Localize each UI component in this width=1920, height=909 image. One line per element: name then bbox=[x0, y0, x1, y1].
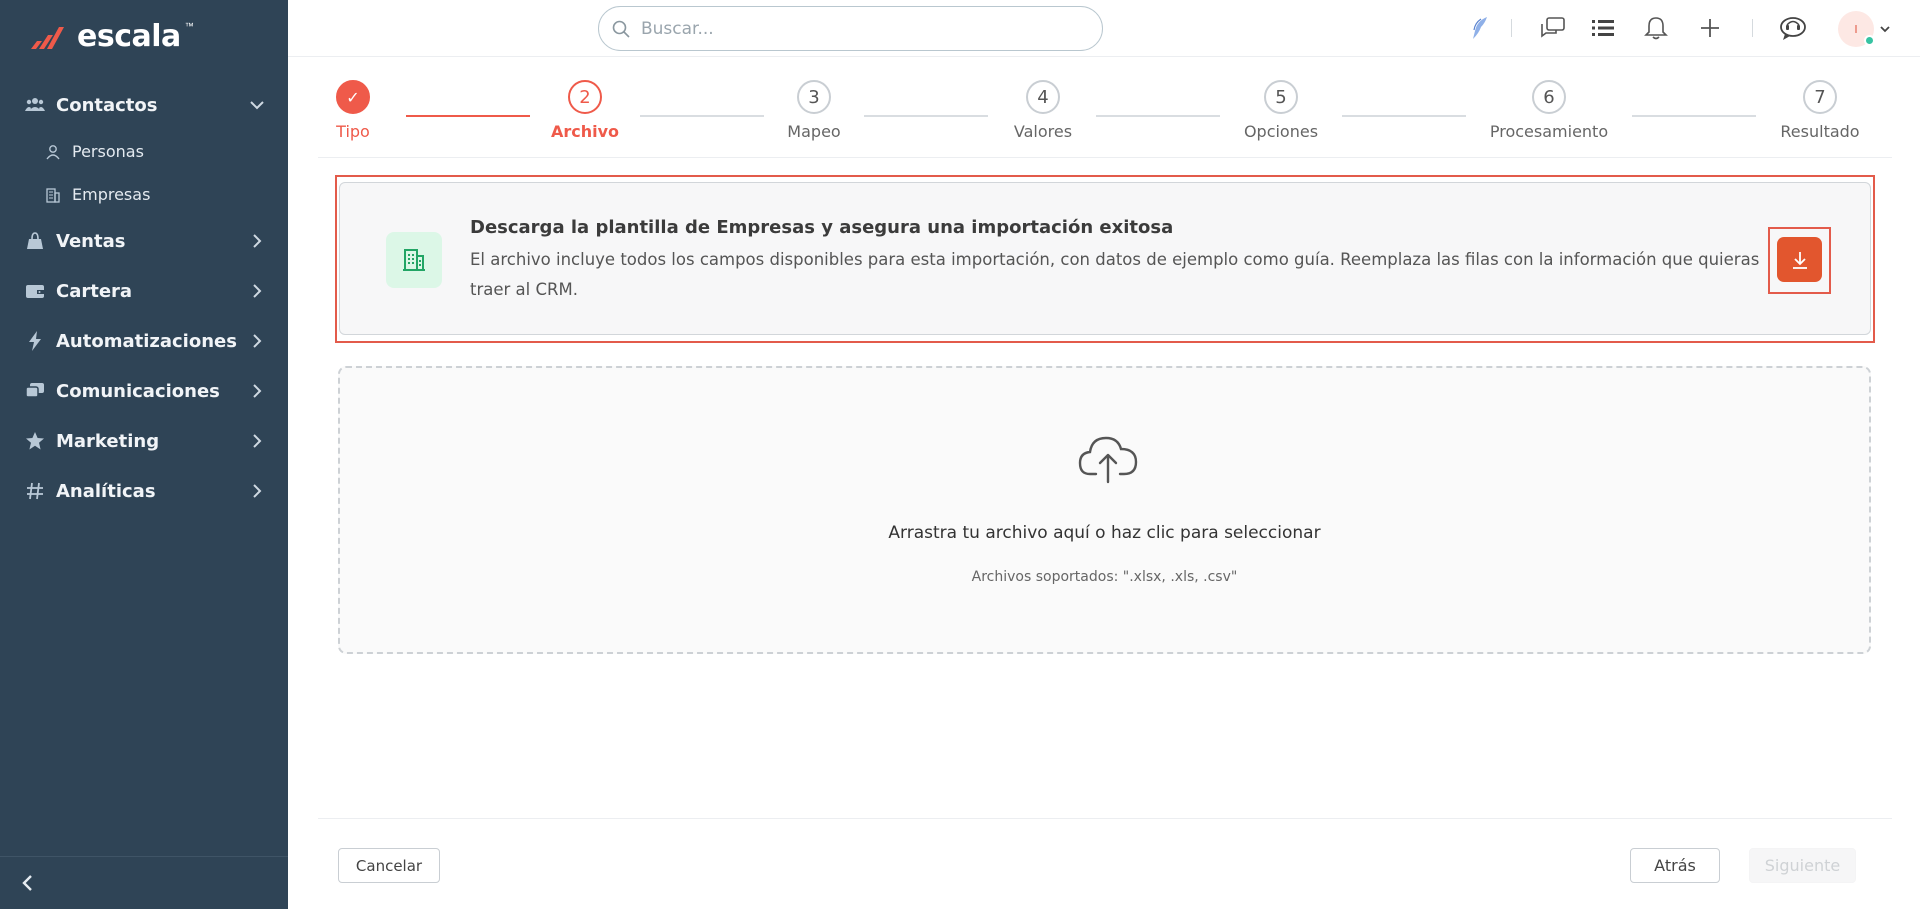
step-number: 4 bbox=[1026, 80, 1060, 114]
sidebar-item-comunicaciones[interactable]: Comunicaciones bbox=[0, 366, 288, 416]
template-download-card: Descarga la plantilla de Empresas y aseg… bbox=[339, 182, 1871, 335]
step-opciones: 5 Opciones bbox=[1216, 80, 1346, 141]
bell-icon[interactable] bbox=[1642, 14, 1670, 42]
avatar-initial: I bbox=[1854, 22, 1858, 36]
chevron-right-icon bbox=[253, 334, 262, 348]
step-check-icon: ✓ bbox=[336, 80, 370, 114]
search-box[interactable] bbox=[598, 6, 1103, 51]
chevron-down-icon[interactable] bbox=[1878, 22, 1892, 36]
step-label: Resultado bbox=[1780, 122, 1860, 141]
sidebar-item-label: Comunicaciones bbox=[56, 380, 220, 402]
sidebar-item-label: Automatizaciones bbox=[56, 330, 237, 352]
import-stepper: ✓ Tipo 2 Archivo 3 Mapeo 4 Valores 5 Opc… bbox=[318, 78, 1892, 158]
sidebar-item-marketing[interactable]: Marketing bbox=[0, 416, 288, 466]
sidebar-item-empresas[interactable]: Empresas bbox=[0, 173, 288, 216]
sales-icon bbox=[24, 230, 46, 252]
download-icon bbox=[1792, 251, 1807, 269]
sidebar-subitem-label: Empresas bbox=[72, 185, 151, 204]
dropzone-title: Arrastra tu archivo aquí o haz clic para… bbox=[888, 523, 1321, 543]
brand-name: escala bbox=[77, 18, 181, 54]
building-icon bbox=[44, 186, 62, 204]
step-resultado: 7 Resultado bbox=[1755, 80, 1885, 141]
dropzone-supported-formats: Archivos soportados: ".xlsx, .xls, .csv" bbox=[971, 569, 1238, 585]
sidebar-item-label: Marketing bbox=[56, 430, 160, 452]
topbar bbox=[288, 0, 1920, 57]
step-mapeo: 3 Mapeo bbox=[749, 80, 879, 141]
chevron-right-icon bbox=[253, 434, 262, 448]
sidebar-item-label: Cartera bbox=[56, 280, 133, 302]
chevron-right-icon bbox=[253, 484, 262, 498]
step-number: 7 bbox=[1803, 80, 1837, 114]
sidebar-item-contactos[interactable]: Contactos bbox=[0, 80, 288, 130]
sidebar-item-analiticas[interactable]: Analíticas bbox=[0, 466, 288, 516]
file-dropzone[interactable]: Arrastra tu archivo aquí o haz clic para… bbox=[338, 366, 1871, 654]
topbar-separator bbox=[1752, 19, 1753, 37]
sidebar-item-personas[interactable]: Personas bbox=[0, 130, 288, 173]
step-number: 5 bbox=[1264, 80, 1298, 114]
chevron-down-icon bbox=[250, 101, 264, 110]
support-chat-icon[interactable] bbox=[1779, 14, 1807, 42]
step-number: 3 bbox=[797, 80, 831, 114]
step-connector bbox=[640, 115, 764, 117]
step-number: 2 bbox=[568, 80, 602, 114]
sidebar: escala ™ Contactos Personas Empresas Ven… bbox=[0, 0, 288, 909]
step-label: Procesamiento bbox=[1489, 122, 1609, 141]
step-connector bbox=[1096, 115, 1220, 117]
next-button[interactable]: Siguiente bbox=[1749, 848, 1856, 883]
sidebar-subitem-label: Personas bbox=[72, 142, 144, 161]
bolt-icon bbox=[24, 330, 46, 352]
step-label: Valores bbox=[1013, 122, 1073, 141]
escala-logo-mark-icon bbox=[31, 27, 64, 49]
sidebar-item-label: Contactos bbox=[56, 94, 158, 116]
step-label: Opciones bbox=[1243, 122, 1319, 141]
person-icon bbox=[44, 143, 62, 161]
step-label: Tipo bbox=[336, 122, 370, 141]
cloud-upload-icon bbox=[1078, 436, 1138, 484]
online-status-indicator bbox=[1864, 35, 1875, 46]
step-valores: 4 Valores bbox=[978, 80, 1108, 141]
chat-icon bbox=[24, 380, 46, 402]
back-button[interactable]: Atrás bbox=[1630, 848, 1720, 883]
sidebar-item-label: Analíticas bbox=[56, 480, 156, 502]
search-icon bbox=[612, 20, 630, 38]
footer-divider bbox=[318, 818, 1892, 819]
wallet-icon bbox=[24, 280, 46, 302]
step-label: Archivo bbox=[550, 122, 620, 141]
step-connector bbox=[864, 115, 988, 117]
template-description: El archivo incluye todos los campos disp… bbox=[470, 250, 1760, 299]
sidebar-item-cartera[interactable]: Cartera bbox=[0, 266, 288, 316]
step-tipo[interactable]: ✓ Tipo bbox=[288, 80, 418, 141]
contacts-icon bbox=[24, 94, 46, 116]
sidebar-collapse-button[interactable] bbox=[0, 856, 288, 909]
brand-trademark: ™ bbox=[184, 21, 194, 31]
escala-logo[interactable]: escala ™ bbox=[29, 18, 194, 54]
step-number: 6 bbox=[1532, 80, 1566, 114]
topbar-separator bbox=[1511, 19, 1512, 37]
feather-icon[interactable] bbox=[1466, 14, 1494, 42]
step-connector bbox=[1632, 115, 1756, 117]
star-icon bbox=[24, 430, 46, 452]
sidebar-nav: Contactos Personas Empresas Ventas Carte… bbox=[0, 80, 288, 516]
step-connector bbox=[1342, 115, 1466, 117]
chevron-right-icon bbox=[253, 234, 262, 248]
hash-icon bbox=[24, 480, 46, 502]
building-icon bbox=[386, 232, 442, 288]
chevron-right-icon bbox=[253, 284, 262, 298]
template-title: Descarga la plantilla de Empresas y aseg… bbox=[470, 217, 1174, 238]
cancel-button[interactable]: Cancelar bbox=[338, 848, 440, 883]
sidebar-item-ventas[interactable]: Ventas bbox=[0, 216, 288, 266]
chevron-right-icon bbox=[253, 384, 262, 398]
download-template-button[interactable] bbox=[1777, 237, 1822, 282]
search-input[interactable] bbox=[641, 18, 1081, 39]
step-label: Mapeo bbox=[787, 122, 841, 141]
sidebar-item-label: Ventas bbox=[56, 230, 126, 252]
list-icon[interactable] bbox=[1589, 14, 1617, 42]
step-connector bbox=[406, 115, 530, 117]
plus-icon[interactable] bbox=[1696, 14, 1724, 42]
step-archivo[interactable]: 2 Archivo bbox=[520, 80, 650, 141]
chevron-left-icon bbox=[22, 875, 32, 891]
messages-icon[interactable] bbox=[1539, 14, 1567, 42]
step-procesamiento: 6 Procesamiento bbox=[1484, 80, 1614, 141]
sidebar-item-automatizaciones[interactable]: Automatizaciones bbox=[0, 316, 288, 366]
